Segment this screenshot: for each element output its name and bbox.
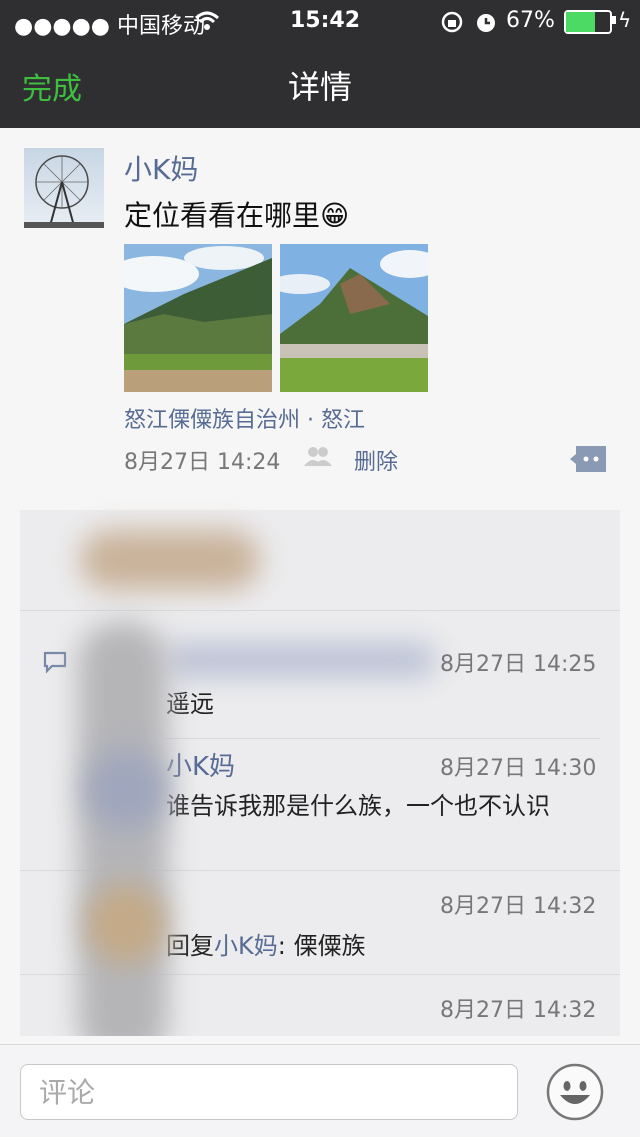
post-photo-2[interactable] [280, 244, 428, 392]
reply-text: : 傈僳族 [277, 932, 366, 960]
wifi-icon [194, 11, 220, 30]
comment-4-time: 8月27日 14:32 [440, 998, 597, 1023]
top-bar: ●●●●● 中国移动 15:42 67% ϟ 完成 详情 [0, 0, 640, 128]
orientation-lock-icon [441, 11, 463, 33]
blurred-likers [80, 530, 260, 590]
battery-tip [612, 16, 616, 24]
post-text: 定位看看在哪里 [124, 199, 321, 232]
comment-1-time: 8月27日 14:25 [440, 652, 597, 677]
clock: 15:42 [290, 8, 361, 33]
post-time: 8月27日 14:24 [124, 450, 281, 475]
carrier: ●●●●● 中国移动 [14, 14, 205, 39]
reply-to-name[interactable]: 小K妈 [214, 932, 278, 960]
reply-prefix: 回复 [166, 932, 214, 960]
likes-divider [20, 610, 620, 611]
grin-emoji: 😁 [320, 199, 350, 232]
blurred-avatar-2 [86, 750, 166, 830]
comments-section: 8月27日 14:25 遥远 小K妈 8月27日 14:30 谁告诉我那是什么族… [20, 510, 620, 1036]
comment-3-text-row[interactable]: 回复小K妈: 傈僳族 [166, 926, 365, 961]
post-text-row: 定位看看在哪里😁 [124, 194, 349, 234]
comment-input-bar [0, 1044, 640, 1137]
battery-icon [564, 10, 612, 34]
post-author[interactable]: 小K妈 [124, 148, 198, 188]
comment-2-author[interactable]: 小K妈 [166, 746, 235, 783]
page-title: 详情 [287, 68, 352, 106]
alarm-icon [477, 14, 495, 32]
comment-1-text[interactable]: 遥远 [166, 684, 214, 719]
comment-2-time: 8月27日 14:30 [440, 756, 597, 781]
likers-icon [304, 447, 332, 466]
comment-input[interactable] [20, 1064, 518, 1120]
author-blur [166, 644, 436, 676]
blurred-avatar-3 [86, 884, 166, 964]
photo-1-image [124, 244, 272, 392]
post-location[interactable]: 怒江傈僳族自治州 · 怒江 [124, 402, 365, 434]
comment-bubble-icon [43, 651, 67, 674]
charging-icon: ϟ [618, 8, 632, 32]
battery-percent: 67% [506, 8, 555, 33]
avatar[interactable] [24, 148, 104, 228]
photo-2-image [280, 244, 428, 392]
post-detail[interactable]: 小K妈 定位看看在哪里😁 怒江傈僳族自治州 · 怒江 8月27日 14:24 删… [0, 128, 640, 1036]
comment-2-text[interactable]: 谁告诉我那是什么族，一个也不认识 [166, 786, 600, 820]
comment-action-icon[interactable] [568, 444, 608, 474]
battery-level [566, 12, 596, 32]
post-photo-1[interactable] [124, 244, 272, 392]
comment-3-time: 8月27日 14:32 [440, 894, 597, 919]
delete-button[interactable]: 删除 [354, 444, 398, 476]
comment-divider [166, 738, 600, 739]
emoji-icon[interactable] [546, 1063, 604, 1121]
comment-1-author-blurred [166, 644, 436, 676]
